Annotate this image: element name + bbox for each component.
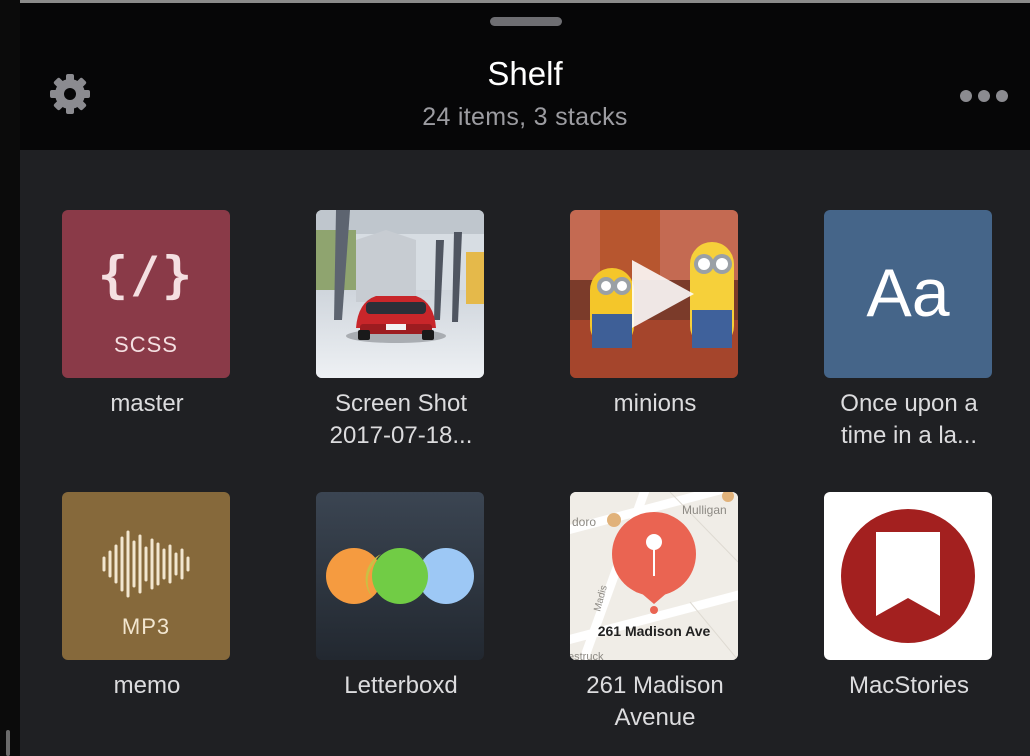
shelf-item-text-snippet[interactable]: Aa Once upon a time in a la... bbox=[782, 210, 1030, 460]
file-type-badge: MP3 bbox=[121, 614, 171, 639]
shelf-item-macstories[interactable]: MacStories bbox=[782, 492, 1030, 742]
shelf-item-screenshot[interactable]: Screen Shot 2017-07-18... bbox=[274, 210, 528, 460]
item-caption: master bbox=[20, 388, 274, 420]
caption-line-2: time in a la... bbox=[840, 422, 978, 449]
caption-line-1: Once upon a bbox=[840, 390, 978, 417]
shelf-panel: Shelf 24 items, 3 stacks {/} SCSS master bbox=[20, 3, 1030, 756]
letterboxd-thumbnail bbox=[316, 492, 484, 660]
code-glyph: {/} bbox=[97, 246, 195, 304]
bookmark-icon bbox=[841, 509, 975, 643]
item-caption: Letterboxd bbox=[274, 670, 528, 702]
left-sidebar-edge bbox=[0, 0, 20, 756]
caption-line-1: minions bbox=[613, 390, 697, 417]
letterboxd-dots-icon bbox=[326, 548, 474, 604]
car-photo-thumbnail bbox=[316, 210, 484, 378]
drag-grabber[interactable] bbox=[490, 17, 562, 26]
shelf-item-location[interactable]: doro Mulligan Madis estruck 261 Madison … bbox=[528, 492, 782, 742]
caption-line-1: 261 Madison bbox=[586, 672, 724, 699]
map-street-label: estruck bbox=[570, 651, 604, 660]
item-caption: memo bbox=[20, 670, 274, 702]
caption-line-2: 2017-07-18... bbox=[329, 422, 473, 449]
text-snippet-icon: Aa bbox=[824, 210, 992, 378]
caption-line-1: Letterboxd bbox=[344, 672, 458, 699]
item-caption: Screen Shot 2017-07-18... bbox=[274, 388, 528, 452]
map-street-label: Mulligan bbox=[682, 503, 727, 517]
audio-file-thumbnail: MP3 bbox=[62, 492, 230, 660]
caption-line-1: memo bbox=[113, 672, 181, 699]
item-caption: Once upon a time in a la... bbox=[782, 388, 1030, 452]
item-caption: 261 Madison Avenue bbox=[528, 670, 782, 734]
code-file-icon: {/} SCSS bbox=[62, 210, 230, 378]
shelf-item-letterboxd[interactable]: Letterboxd bbox=[274, 492, 528, 742]
caption-line-1: MacStories bbox=[848, 672, 970, 699]
file-type-badge: SCSS bbox=[114, 332, 178, 357]
macstories-thumbnail bbox=[824, 492, 992, 660]
resize-handle[interactable] bbox=[6, 730, 10, 756]
item-caption: MacStories bbox=[782, 670, 1030, 702]
text-glyph: Aa bbox=[866, 255, 950, 331]
shelf-item-minions[interactable]: minions bbox=[528, 210, 782, 460]
item-count: 24 items, 3 stacks bbox=[422, 103, 628, 131]
video-thumbnail bbox=[570, 210, 738, 378]
shelf-item-master[interactable]: {/} SCSS master bbox=[20, 210, 274, 460]
shelf-item-memo[interactable]: MP3 memo bbox=[20, 492, 274, 742]
map-street-label: doro bbox=[572, 515, 596, 529]
caption-line-1: master bbox=[110, 390, 184, 417]
map-pin-label: 261 Madison Ave bbox=[598, 623, 711, 639]
shelf-header: Shelf 24 items, 3 stacks bbox=[20, 3, 1030, 150]
caption-line-2: Avenue bbox=[614, 704, 696, 731]
caption-line-1: Screen Shot bbox=[334, 390, 468, 417]
map-thumbnail: doro Mulligan Madis estruck 261 Madison … bbox=[570, 492, 738, 660]
page-title: Shelf bbox=[487, 55, 563, 92]
ellipsis-icon[interactable] bbox=[960, 87, 1008, 105]
item-caption: minions bbox=[528, 388, 782, 420]
